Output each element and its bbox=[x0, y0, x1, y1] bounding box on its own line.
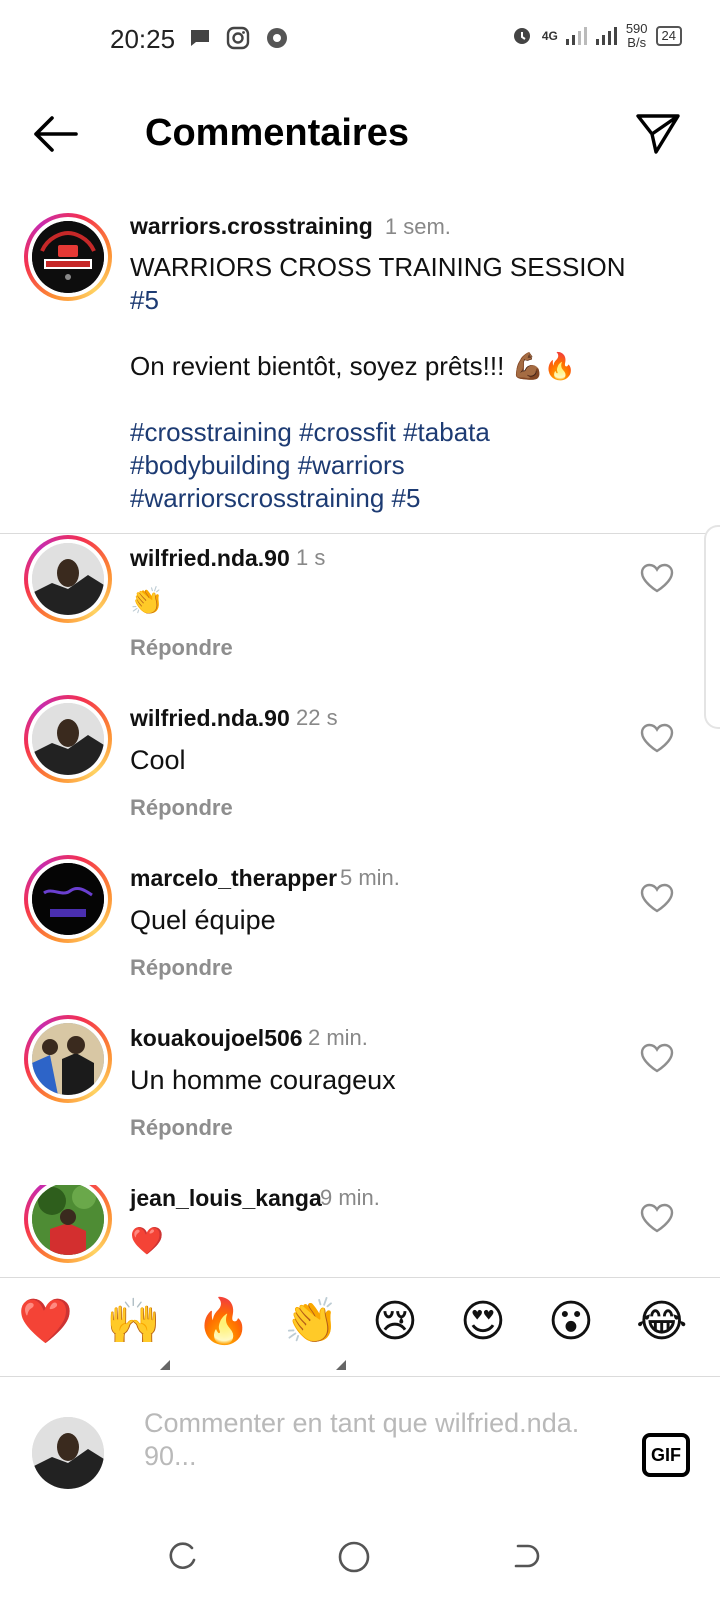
skin-tone-indicator-icon bbox=[160, 1360, 170, 1370]
emoji-raising-hands-button[interactable]: 🙌 bbox=[106, 1296, 161, 1348]
caption-username-row: warriors.crosstraining 1 sem. bbox=[130, 213, 451, 240]
avatar-border bbox=[28, 699, 108, 779]
comment-text: ❤️ bbox=[130, 1226, 164, 1256]
comment-username[interactable]: kouakoujoel506 bbox=[130, 1025, 303, 1052]
instagram-notification-icon bbox=[226, 26, 250, 55]
user-photo bbox=[32, 543, 104, 615]
status-right-cluster: 4G 590 B/s 24 bbox=[510, 22, 682, 50]
comment-username[interactable]: wilfried.nda.90 bbox=[130, 705, 290, 732]
recent-apps-icon[interactable] bbox=[166, 1540, 198, 1577]
emoji-surprised-button[interactable]: 😮 bbox=[548, 1296, 594, 1348]
speed-value: 590 bbox=[625, 21, 648, 36]
comment-username[interactable]: marcelo_therapper bbox=[130, 865, 337, 892]
comment-text: Un homme courageux bbox=[130, 1065, 396, 1095]
comment-time: 2 min. bbox=[308, 1025, 368, 1050]
system-nav-bar bbox=[0, 1530, 720, 1600]
page-title: Commentaires bbox=[145, 112, 409, 154]
signal-icon-1 bbox=[565, 25, 588, 48]
like-heart-icon[interactable] bbox=[640, 1203, 674, 1238]
comment-time: 22 s bbox=[296, 705, 338, 730]
comment-text: Quel équipe bbox=[130, 905, 276, 935]
like-heart-icon[interactable] bbox=[640, 883, 674, 918]
avatar-border bbox=[28, 217, 108, 297]
comment-avatar[interactable] bbox=[24, 1015, 112, 1103]
home-icon[interactable] bbox=[337, 1540, 371, 1579]
reply-button[interactable]: Répondre bbox=[130, 795, 233, 821]
warriors-logo-image bbox=[32, 221, 104, 293]
comment-item: jean_louis_kanga 9 min. ❤️ bbox=[0, 1185, 720, 1277]
header: Commentaires bbox=[0, 100, 720, 170]
caption-line1-tag[interactable]: #5 bbox=[130, 285, 159, 315]
avatar-border bbox=[28, 859, 108, 939]
caption-text: WARRIORS CROSS TRAINING SESSION #5 On re… bbox=[130, 251, 650, 515]
comment-item: wilfried.nda.90 22 s Cool Répondre bbox=[0, 695, 720, 855]
quick-emoji-bar: ❤️ 🙌 🔥 👏 😢 😍 😮 😂 bbox=[0, 1277, 720, 1377]
comment-item: kouakoujoel506 2 min. Un homme courageux… bbox=[0, 1015, 720, 1175]
back-arrow-icon[interactable] bbox=[32, 114, 78, 159]
caption-hashtags-3[interactable]: #warriorscrosstraining #5 bbox=[130, 483, 420, 513]
comment-item: wilfried.nda.90 1 s 👏 Répondre bbox=[0, 535, 720, 695]
speed-unit: B/s bbox=[627, 35, 647, 50]
avatar-border bbox=[28, 1185, 108, 1259]
user-photo bbox=[32, 863, 104, 935]
caption-username[interactable]: warriors.crosstraining bbox=[130, 213, 373, 239]
network-speed: 590 B/s bbox=[626, 22, 648, 50]
signal-icon-2 bbox=[595, 25, 618, 48]
emoji-heart-eyes-button[interactable]: 😍 bbox=[460, 1296, 506, 1348]
like-heart-icon[interactable] bbox=[640, 1043, 674, 1078]
chrome-notification-icon bbox=[265, 26, 289, 55]
caption-line1: WARRIORS CROSS TRAINING SESSION bbox=[130, 252, 626, 282]
user-photo bbox=[32, 1023, 104, 1095]
comment-text: 👏 bbox=[130, 586, 164, 616]
status-time: 20:25 bbox=[110, 24, 176, 54]
comment-avatar[interactable] bbox=[24, 695, 112, 783]
caption-divider bbox=[0, 533, 720, 534]
share-send-icon[interactable] bbox=[636, 112, 680, 159]
battery-indicator: 24 bbox=[655, 26, 682, 46]
caption-hashtags-2[interactable]: #bodybuilding #warriors bbox=[130, 450, 405, 480]
comment-composer: Commenter en tant que wilfried.nda. 90..… bbox=[0, 1395, 720, 1515]
emoji-heart-button[interactable]: ❤️ bbox=[18, 1296, 73, 1348]
comment-username[interactable]: wilfried.nda.90 bbox=[130, 545, 290, 572]
comment-item: marcelo_therapper 5 min. Quel équipe Rép… bbox=[0, 855, 720, 1015]
composer-avatar bbox=[32, 1417, 104, 1489]
emoji-fire-button[interactable]: 🔥 bbox=[196, 1296, 251, 1348]
avatar-border bbox=[28, 539, 108, 619]
caption-line2: On revient bientôt, soyez prêts!!! 💪🏾🔥 bbox=[130, 351, 577, 381]
avatar-border bbox=[28, 1019, 108, 1099]
comment-input[interactable]: Commenter en tant que wilfried.nda. 90..… bbox=[144, 1407, 614, 1473]
like-heart-icon[interactable] bbox=[640, 563, 674, 598]
comment-username[interactable]: jean_louis_kanga bbox=[130, 1185, 322, 1212]
comment-time: 9 min. bbox=[320, 1185, 380, 1210]
gif-button[interactable]: GIF bbox=[642, 1433, 690, 1477]
caption-time: 1 sem. bbox=[384, 214, 451, 239]
comment-time: 1 s bbox=[296, 545, 326, 570]
comment-avatar[interactable] bbox=[24, 855, 112, 943]
like-heart-icon[interactable] bbox=[640, 723, 674, 758]
back-nav-icon[interactable] bbox=[510, 1540, 542, 1577]
user-photo bbox=[32, 703, 104, 775]
user-photo bbox=[32, 1185, 104, 1255]
network-type: 4G bbox=[541, 29, 558, 43]
message-notification-icon bbox=[188, 26, 212, 55]
comment-avatar[interactable] bbox=[24, 535, 112, 623]
emoji-clap-button[interactable]: 👏 bbox=[284, 1296, 339, 1348]
reply-button[interactable]: Répondre bbox=[130, 1115, 233, 1141]
caption-avatar[interactable] bbox=[24, 213, 112, 301]
emoji-laughing-button[interactable]: 😂 bbox=[636, 1296, 687, 1348]
comment-text: Cool bbox=[130, 745, 186, 775]
emoji-crying-button[interactable]: 😢 bbox=[372, 1296, 418, 1348]
status-bar: 20:25 4G 590 B/s 24 bbox=[0, 0, 720, 80]
comment-avatar[interactable] bbox=[24, 1185, 112, 1263]
skin-tone-indicator-icon bbox=[336, 1360, 346, 1370]
alarm-icon bbox=[510, 23, 534, 50]
reply-button[interactable]: Répondre bbox=[130, 955, 233, 981]
comment-time: 5 min. bbox=[340, 865, 400, 890]
caption-hashtags-1[interactable]: #crosstraining #crossfit #tabata bbox=[130, 417, 490, 447]
reply-button[interactable]: Répondre bbox=[130, 635, 233, 661]
